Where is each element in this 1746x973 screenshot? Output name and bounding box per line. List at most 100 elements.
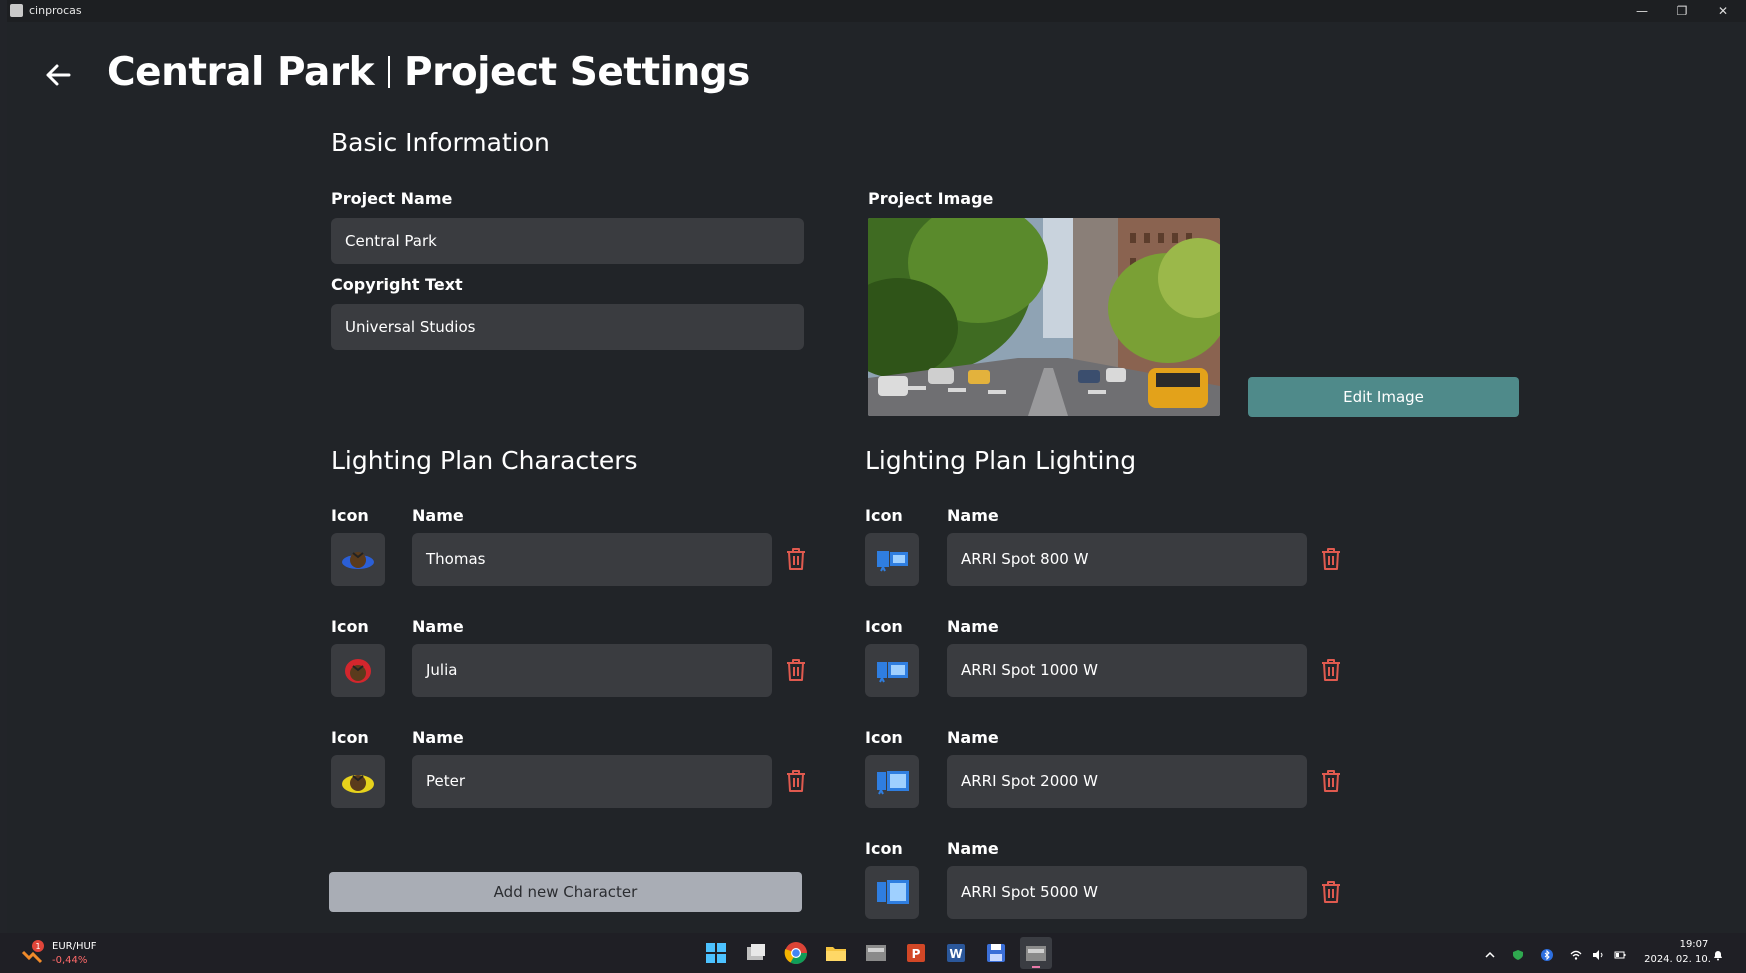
- delete-character-button[interactable]: [785, 658, 807, 682]
- basic-information-heading: Basic Information: [331, 128, 550, 157]
- character-name-field[interactable]: Thomas: [412, 533, 772, 586]
- ticker-badge: 1: [35, 942, 40, 951]
- trash-icon: [787, 548, 805, 570]
- character-name-field[interactable]: Peter: [412, 755, 772, 808]
- delete-light-button[interactable]: [1320, 658, 1342, 682]
- character-icon-button[interactable]: [331, 644, 385, 697]
- light-name-field[interactable]: ARRI Spot 5000 W: [947, 866, 1307, 919]
- bluetooth-icon[interactable]: [1541, 946, 1553, 961]
- main-content: Central Park Project Settings Basic Infor…: [7, 22, 1746, 933]
- powerpoint-app[interactable]: P: [903, 940, 929, 966]
- character-yellow-icon: [342, 775, 374, 793]
- close-button[interactable]: ✕: [1703, 0, 1743, 22]
- light-icon-button[interactable]: [865, 533, 919, 586]
- light-name-label: Name: [947, 839, 999, 858]
- cinprocas-icon: [1026, 946, 1046, 968]
- character-name-label: Name: [412, 728, 464, 747]
- trash-icon: [787, 770, 805, 792]
- ticker-name: EUR/HUF: [52, 941, 97, 952]
- light-name-field[interactable]: ARRI Spot 2000 W: [947, 755, 1307, 808]
- back-button[interactable]: [42, 59, 74, 91]
- character-blue-icon: [342, 552, 374, 569]
- light-name-field[interactable]: ARRI Spot 1000 W: [947, 644, 1307, 697]
- lighting-heading: Lighting Plan Lighting: [865, 446, 1137, 475]
- chrome-app[interactable]: [783, 940, 809, 966]
- spotlight-icon: [877, 771, 909, 795]
- page-title-section: Project Settings: [404, 50, 750, 95]
- light-icon-label: Icon: [865, 506, 903, 525]
- light-name-label: Name: [947, 728, 999, 747]
- character-name-label: Name: [412, 506, 464, 525]
- street-photo: [868, 218, 1220, 416]
- project-name-field[interactable]: Central Park: [331, 218, 804, 264]
- title-bar: cinprocas — ❐ ✕: [7, 0, 1746, 22]
- character-icon-label: Icon: [331, 617, 369, 636]
- volume-icon[interactable]: [1592, 946, 1604, 960]
- character-icon-button[interactable]: [331, 533, 385, 586]
- chrome-icon: [784, 942, 807, 964]
- project-name-label: Project Name: [331, 189, 453, 208]
- app-icon: [10, 4, 23, 17]
- windows-icon: [706, 943, 726, 963]
- ticker-widget[interactable]: 1: [20, 940, 44, 966]
- edit-image-button[interactable]: Edit Image: [1248, 377, 1519, 417]
- arrow-left-icon: [46, 64, 71, 86]
- os-taskbar: 1 EUR/HUF -0,44% P W 19:07 2024. 02. 10.: [0, 933, 1746, 973]
- word-icon: W: [947, 944, 965, 962]
- character-icon-button[interactable]: [331, 755, 385, 808]
- tray-overflow-icon[interactable]: [1484, 946, 1496, 958]
- light-icon-button[interactable]: [865, 866, 919, 919]
- cinprocas-app-active[interactable]: [1020, 937, 1052, 969]
- title-separator: [388, 56, 390, 88]
- light-name-field[interactable]: ARRI Spot 800 W: [947, 533, 1307, 586]
- powerpoint-icon: P: [907, 944, 925, 962]
- ticker-change: -0,44%: [52, 955, 88, 966]
- delete-character-button[interactable]: [785, 769, 807, 793]
- light-name-label: Name: [947, 506, 999, 525]
- copyright-text-field[interactable]: Universal Studios: [331, 304, 804, 350]
- character-icon-label: Icon: [331, 728, 369, 747]
- restore-button[interactable]: ❐: [1662, 0, 1702, 22]
- save-app[interactable]: [983, 940, 1009, 966]
- delete-light-button[interactable]: [1320, 769, 1342, 793]
- task-view-icon: [747, 944, 765, 960]
- characters-heading: Lighting Plan Characters: [331, 446, 638, 475]
- light-name-label: Name: [947, 617, 999, 636]
- word-app[interactable]: W: [943, 940, 969, 966]
- delete-light-button[interactable]: [1320, 880, 1342, 904]
- delete-light-button[interactable]: [1320, 547, 1342, 571]
- light-icon-button[interactable]: [865, 755, 919, 808]
- trash-icon: [1322, 548, 1340, 570]
- app-window: cinprocas — ❐ ✕ Central Park Project Sett…: [7, 0, 1746, 933]
- delete-character-button[interactable]: [785, 547, 807, 571]
- page-title: Central Park Project Settings: [107, 50, 750, 95]
- character-name-field[interactable]: Julia: [412, 644, 772, 697]
- svg-text:W: W: [949, 947, 962, 961]
- security-shield-icon[interactable]: [1512, 946, 1524, 960]
- project-image: [868, 218, 1220, 416]
- battery-icon[interactable]: [1614, 946, 1626, 959]
- trash-icon: [787, 659, 805, 681]
- svg-text:P: P: [912, 947, 921, 961]
- photo-app-icon: [866, 945, 886, 961]
- light-icon-label: Icon: [865, 839, 903, 858]
- wifi-icon[interactable]: [1570, 946, 1582, 960]
- add-character-button[interactable]: Add new Character: [329, 872, 802, 912]
- spotlight-icon: [877, 880, 909, 904]
- clock-date[interactable]: 2024. 02. 10.: [1640, 954, 1715, 965]
- copyright-text-label: Copyright Text: [331, 275, 463, 294]
- character-red-icon: [345, 659, 371, 683]
- start-button[interactable]: [703, 940, 729, 966]
- file-explorer-app[interactable]: [823, 940, 849, 966]
- spotlight-icon: [877, 551, 908, 572]
- spotlight-icon: [877, 662, 908, 683]
- task-view-button[interactable]: [743, 940, 769, 966]
- trash-icon: [1322, 659, 1340, 681]
- notification-bell-icon[interactable]: [1712, 946, 1724, 961]
- minimize-button[interactable]: —: [1622, 0, 1662, 22]
- trash-icon: [1322, 881, 1340, 903]
- window-title: cinprocas: [29, 4, 82, 17]
- photo-app[interactable]: [863, 940, 889, 966]
- light-icon-button[interactable]: [865, 644, 919, 697]
- light-icon-label: Icon: [865, 617, 903, 636]
